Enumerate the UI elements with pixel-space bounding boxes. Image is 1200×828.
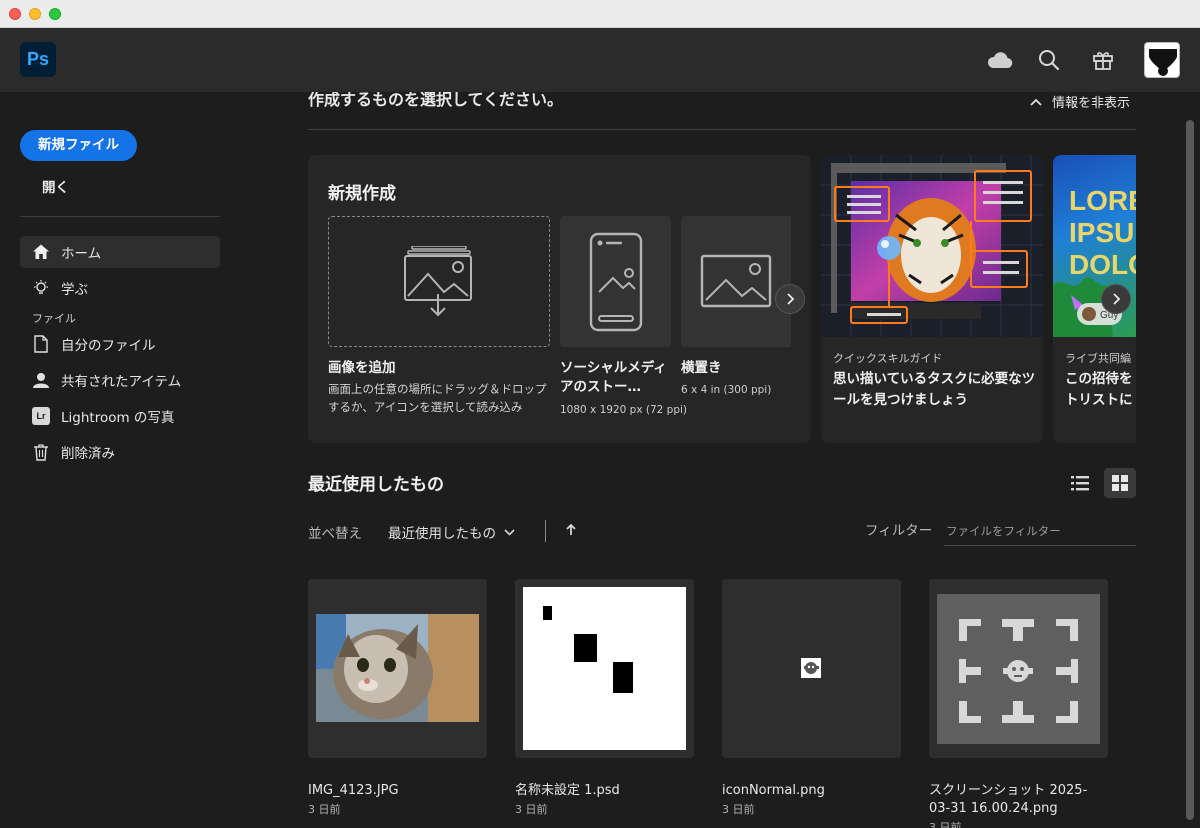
landscape-title: 横置き (681, 360, 722, 376)
photoshop-logo[interactable]: Ps (20, 42, 56, 77)
add-image-title: 画像を追加 (328, 360, 396, 376)
new-file-button[interactable]: 新規ファイル (20, 130, 137, 161)
lightroom-icon: Lr (31, 406, 51, 426)
add-image-description: 画面上の任意の場所にドラッグ＆ドロップするか、アイコンを選択して読み込み (328, 382, 547, 414)
file-card[interactable]: iconNormal.png 3 日前 (722, 579, 901, 817)
sidebar: 新規ファイル 開く ホーム 学ぶ ファイル 自分のファイル 共有されたアイテム … (0, 92, 240, 828)
file-name: IMG_4123.JPG (308, 783, 399, 798)
social-story-title: ソーシャルメディアのストー… (560, 360, 667, 395)
file-date: 3 日前 (308, 803, 341, 816)
list-view-icon (1071, 476, 1089, 491)
sort-dropdown[interactable]: 最近使用したもの (388, 522, 515, 542)
filter-input[interactable] (944, 516, 1136, 546)
sidebar-item-home[interactable]: ホーム (20, 236, 220, 268)
sort-value: 最近使用したもの (388, 526, 496, 542)
phone-icon (589, 232, 642, 331)
cloud-icon[interactable] (986, 46, 1014, 74)
avatar[interactable] (1144, 42, 1180, 78)
file-thumbnail (929, 579, 1108, 758)
lightbulb-icon (31, 278, 51, 298)
filter-label: フィルター (865, 523, 933, 539)
zoom-window-button[interactable] (49, 8, 61, 20)
guide-title: 思い描いているタスクに必要なツールを見つけましょう (833, 371, 1036, 408)
file-thumbnail (515, 579, 694, 758)
minimize-window-button[interactable] (29, 8, 41, 20)
app-header: Ps (0, 28, 1200, 92)
trash-icon (31, 442, 51, 462)
file-thumbnail (308, 579, 487, 758)
landscape-image-icon (700, 254, 772, 307)
grid-view-icon (1112, 475, 1128, 491)
arrow-up-icon (566, 523, 576, 535)
sort-label: 並べ替え (308, 526, 362, 542)
file-name: スクリーンショット 2025-03-31 16.00.24.png (929, 783, 1088, 816)
search-icon[interactable] (1035, 46, 1063, 74)
add-image-dropzone[interactable] (328, 216, 550, 347)
close-window-button[interactable] (9, 8, 21, 20)
chevron-right-icon (787, 293, 795, 305)
hide-info-label: 情報を非表示 (1051, 96, 1130, 111)
file-date: 3 日前 (929, 821, 962, 828)
live-title: この招待を トリストに (1065, 371, 1133, 408)
hide-info-button[interactable]: 情報を非表示 (1030, 92, 1130, 111)
sidebar-item-lightroom[interactable]: Lr Lightroom の写真 (20, 400, 220, 432)
header-divider (308, 129, 1136, 130)
guide-illustration (821, 155, 1043, 337)
file-card[interactable]: IMG_4123.JPG 3 日前 (308, 579, 487, 817)
next-cards-button[interactable] (1101, 284, 1131, 314)
list-view-button[interactable] (1064, 468, 1096, 498)
main-scrollbar[interactable] (1186, 120, 1194, 828)
person-icon (31, 370, 51, 390)
social-story-meta: 1080 x 1920 px (72 ppi) (560, 404, 688, 416)
sidebar-item-label: 自分のファイル (61, 338, 156, 354)
file-card[interactable]: 名称未設定 1.psd 3 日前 (515, 579, 694, 817)
grid-view-button[interactable] (1104, 468, 1136, 498)
file-thumbnail (722, 579, 901, 758)
file-name: 名称未設定 1.psd (515, 783, 620, 798)
files-section-label: ファイル (32, 312, 76, 325)
create-new-title: 新規作成 (328, 184, 396, 204)
sidebar-item-label: Lightroom の写真 (61, 410, 175, 426)
window-titlebar (0, 0, 1200, 28)
landscape-preset[interactable] (681, 216, 791, 347)
sort-direction-button[interactable] (564, 522, 578, 538)
sidebar-item-my-files[interactable]: 自分のファイル (20, 328, 220, 360)
sidebar-item-label: ホーム (61, 246, 102, 262)
quick-skill-guide-card[interactable]: クイックスキルガイド 思い描いているタスクに必要なツールを見つけましょう (821, 155, 1043, 443)
social-story-preset[interactable] (560, 216, 671, 347)
page-heading: 作成するものを選択してください。 (308, 92, 564, 109)
sidebar-item-label: 削除済み (61, 446, 115, 462)
sidebar-item-label: 学ぶ (61, 282, 88, 298)
recent-section-title: 最近使用したもの (308, 475, 444, 495)
guide-kicker: クイックスキルガイド (833, 352, 943, 365)
open-button[interactable]: 開く (42, 176, 69, 196)
file-date: 3 日前 (515, 803, 548, 816)
sidebar-item-deleted[interactable]: 削除済み (20, 436, 220, 468)
file-card[interactable]: スクリーンショット 2025-03-31 16.00.24.png 3 日前 (929, 579, 1108, 828)
scrollbar-thumb[interactable] (1186, 120, 1194, 820)
gift-icon[interactable] (1089, 46, 1117, 74)
live-kicker: ライブ共同編 (1065, 352, 1131, 365)
file-name: iconNormal.png (722, 783, 825, 798)
next-presets-button[interactable] (775, 284, 805, 314)
landscape-meta: 6 x 4 in (300 ppi) (681, 384, 772, 396)
sidebar-item-learn[interactable]: 学ぶ (20, 272, 220, 304)
chevron-up-icon (1030, 98, 1042, 106)
document-icon (31, 334, 51, 354)
file-date: 3 日前 (722, 803, 755, 816)
chevron-down-icon (504, 528, 515, 536)
sidebar-item-label: 共有されたアイテム (61, 374, 182, 390)
main-content: 作成するものを選択してください。 情報を非表示 新規作成 画像を追加 画面上の任… (240, 92, 1200, 828)
image-import-icon (404, 245, 472, 316)
home-icon (31, 242, 51, 262)
live-collaboration-card[interactable]: LOREM IPSU DOLO Guy ライブ共同編 この招待を トリストに (1053, 155, 1136, 443)
sort-separator (545, 520, 546, 542)
chevron-right-icon (1113, 293, 1121, 305)
sidebar-divider (20, 216, 220, 217)
create-new-panel: 新規作成 画像を追加 画面上の任意の場所にドラッグ＆ドロップするか、アイコンを選… (308, 155, 811, 443)
sidebar-item-shared[interactable]: 共有されたアイテム (20, 364, 220, 396)
